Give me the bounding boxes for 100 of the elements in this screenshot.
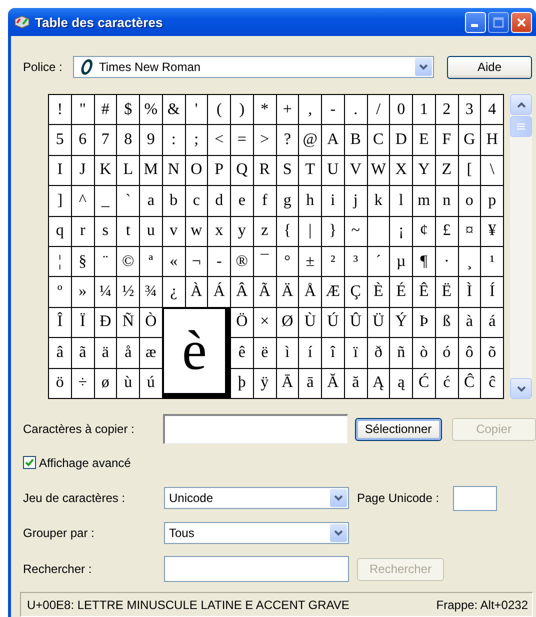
character-cell[interactable]: # xyxy=(94,95,116,124)
character-cell[interactable]: ) xyxy=(231,95,253,124)
character-cell[interactable]: · xyxy=(436,246,458,276)
character-cell[interactable]: F xyxy=(436,125,458,155)
character-cell[interactable]: Â xyxy=(231,277,253,307)
character-cell[interactable]: Æ xyxy=(322,277,344,307)
character-cell[interactable]: i xyxy=(322,186,344,216)
character-cell[interactable]: Q xyxy=(231,156,253,186)
character-cell[interactable]: Ć xyxy=(413,368,435,398)
character-cell[interactable]: ¿ xyxy=(162,277,184,307)
character-cell[interactable]: ß xyxy=(436,308,458,338)
character-cell[interactable]: ¤ xyxy=(458,216,480,246)
character-cell[interactable]: ? xyxy=(276,125,298,155)
character-cell[interactable]: ê xyxy=(231,338,253,368)
character-cell[interactable]: ³ xyxy=(344,246,366,276)
character-cell[interactable]: l xyxy=(390,186,412,216)
character-cell[interactable]: ñ xyxy=(390,338,412,368)
character-cell[interactable]: M xyxy=(140,156,162,186)
character-cell[interactable]: ö xyxy=(49,368,71,398)
scroll-up-button[interactable] xyxy=(510,94,532,115)
character-cell[interactable]: f xyxy=(254,186,276,216)
font-dropdown[interactable]: Times New Roman xyxy=(73,56,434,78)
character-cell[interactable]: x xyxy=(208,216,230,246)
character-cell[interactable]: - xyxy=(322,95,344,124)
character-cell[interactable]: î xyxy=(322,338,344,368)
character-cell[interactable]: ¹ xyxy=(481,246,503,276)
character-cell[interactable]: N xyxy=(162,156,184,186)
character-cell[interactable]: a xyxy=(140,186,162,216)
character-cell[interactable]: 9 xyxy=(140,125,162,155)
character-cell[interactable]: R xyxy=(254,156,276,186)
character-cell[interactable]: Í xyxy=(481,277,503,307)
dropdown[interactable]: Unicode xyxy=(164,487,349,509)
character-cell[interactable]: y xyxy=(231,216,253,246)
character-cell[interactable]: I xyxy=(49,156,71,186)
character-cell[interactable]: " xyxy=(72,95,94,124)
scroll-down-button[interactable] xyxy=(510,378,532,399)
character-cell[interactable]: ă xyxy=(344,368,366,398)
character-cell[interactable]: > xyxy=(254,125,276,155)
character-cell[interactable]: c xyxy=(186,186,208,216)
character-cell[interactable]: ã xyxy=(72,338,94,368)
character-cell[interactable]: Ü xyxy=(368,308,390,338)
character-cell[interactable]: w xyxy=(186,216,208,246)
character-cell[interactable]: p xyxy=(481,186,503,216)
character-cell[interactable]: [ xyxy=(458,156,480,186)
character-cell[interactable]: ° xyxy=(276,246,298,276)
character-cell[interactable]: í xyxy=(299,338,321,368)
character-cell[interactable]: ¶ xyxy=(413,246,435,276)
close-button[interactable] xyxy=(511,12,532,32)
character-cell[interactable]: ¨ xyxy=(94,246,116,276)
character-cell[interactable]: m xyxy=(413,186,435,216)
character-cell[interactable]: 2 xyxy=(436,95,458,124)
character-cell[interactable]: Ç xyxy=(344,277,366,307)
character-cell[interactable]: Z xyxy=(436,156,458,186)
character-cell[interactable]: D xyxy=(390,125,412,155)
character-cell[interactable]: Ë xyxy=(436,277,458,307)
character-cell[interactable]: G xyxy=(458,125,480,155)
character-cell[interactable]: W xyxy=(368,156,390,186)
scroll-thumb[interactable] xyxy=(510,116,532,137)
search-field[interactable] xyxy=(164,556,349,582)
maximize-button[interactable] xyxy=(488,12,509,32)
character-cell[interactable]: Ä xyxy=(276,277,298,307)
character-cell[interactable]: U xyxy=(322,156,344,186)
character-cell[interactable]: ^ xyxy=(72,186,94,216)
character-cell[interactable]: È xyxy=(368,277,390,307)
character-cell[interactable]: ± xyxy=(299,246,321,276)
character-cell[interactable]: ( xyxy=(208,95,230,124)
character-cell[interactable]: ú xyxy=(140,368,162,398)
character-cell[interactable]: } xyxy=(322,216,344,246)
character-cell[interactable]: Ā xyxy=(276,368,298,398)
character-cell[interactable]: Á xyxy=(208,277,230,307)
character-cell[interactable]: Ą xyxy=(368,368,390,398)
character-cell[interactable]: J xyxy=(72,156,94,186)
character-cell[interactable]: ä xyxy=(94,338,116,368)
character-cell[interactable]: ¸ xyxy=(458,246,480,276)
character-cell[interactable]: « xyxy=(162,246,184,276)
character-cell[interactable]: ' xyxy=(186,95,208,124)
character-cell[interactable]: t xyxy=(117,216,139,246)
character-cell[interactable]: â xyxy=(49,338,71,368)
character-cell[interactable]: e xyxy=(231,186,253,216)
character-cell[interactable]: Ú xyxy=(322,308,344,338)
character-cell[interactable]: × xyxy=(254,308,276,338)
character-cell[interactable]: k xyxy=(368,186,390,216)
character-cell[interactable]: C xyxy=(368,125,390,155)
character-cell[interactable]: á xyxy=(481,308,503,338)
character-cell[interactable]: ć xyxy=(436,368,458,398)
character-cell[interactable]: å xyxy=(117,338,139,368)
character-cell[interactable]: - xyxy=(208,246,230,276)
character-cell[interactable]: v xyxy=(162,216,184,246)
character-cell[interactable]: ð xyxy=(368,338,390,368)
character-cell[interactable]: { xyxy=(276,216,298,246)
character-cell[interactable]: * xyxy=(254,95,276,124)
character-cell[interactable]: ĉ xyxy=(481,368,503,398)
character-cell[interactable]: P xyxy=(208,156,230,186)
character-cell[interactable]: ā xyxy=(299,368,321,398)
character-cell[interactable]: A xyxy=(322,125,344,155)
character-cell[interactable]: 8 xyxy=(117,125,139,155)
character-cell[interactable]: V xyxy=(344,156,366,186)
character-cell[interactable]: Ì xyxy=(458,277,480,307)
character-cell[interactable]: » xyxy=(72,277,94,307)
character-cell[interactable]: 6 xyxy=(72,125,94,155)
